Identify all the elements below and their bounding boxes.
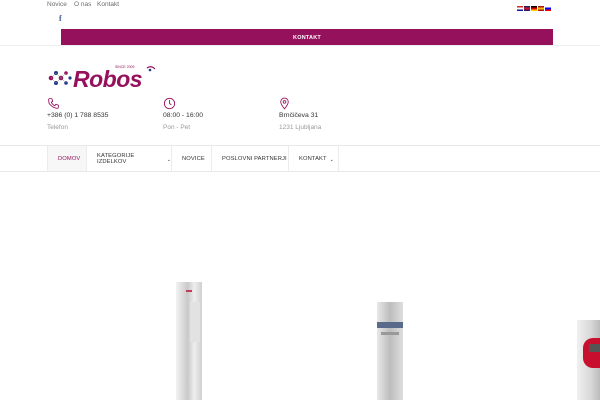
hero-slide-detail	[583, 338, 600, 368]
kontakt-bar-button[interactable]: KONTAKT	[61, 29, 553, 46]
hero-slide-image	[577, 320, 600, 400]
language-switcher	[517, 6, 551, 11]
nav-item-label: KONTAKT	[299, 155, 327, 162]
sl-flag-icon[interactable]	[545, 6, 551, 11]
phone-number[interactable]: +386 (0) 1 788 8535	[47, 112, 108, 119]
de-flag-icon[interactable]	[531, 6, 537, 11]
nav-item-label: POSLOVNI PARTNERJI	[222, 155, 287, 162]
phone-label: Telefon	[47, 124, 68, 131]
nav-item-label: KATEGORIJE IZDELKOV	[97, 152, 135, 165]
en-flag-icon[interactable]	[524, 6, 530, 11]
header-divider	[0, 45, 600, 46]
top-nav-novice[interactable]: Novice	[47, 1, 67, 8]
nav-item-label: NOVICE	[182, 155, 205, 162]
es-flag-icon[interactable]	[538, 6, 544, 11]
chevron-down-icon: ⌄	[166, 156, 171, 163]
nav-bottom-border	[0, 171, 600, 172]
nav-item-poslovni-partnerji[interactable]: POSLOVNI PARTNERJI	[212, 146, 289, 171]
clock-icon	[163, 97, 176, 110]
facebook-icon[interactable]: f	[59, 14, 62, 23]
hero-slide-image	[377, 302, 403, 400]
logo-text: Robos	[73, 66, 143, 92]
hero-slide-detail	[377, 322, 403, 328]
logo-tagline: SINCE 2009	[115, 65, 135, 69]
nav-item-label: DOMOV	[58, 155, 81, 162]
location-pin-icon	[280, 97, 289, 110]
kontakt-bar-label: KONTAKT	[293, 34, 321, 41]
working-days: Pon - Pet	[163, 124, 191, 131]
top-nav-o-nas[interactable]: O nas	[74, 1, 91, 8]
working-hours: 08:00 - 16:00	[163, 112, 204, 119]
phone-icon	[48, 98, 59, 109]
address-street: Brnčičeva 31	[279, 112, 319, 119]
nav-item-novice[interactable]: NOVICE	[172, 146, 212, 171]
hero-slide-detail	[589, 344, 600, 352]
robos-logo[interactable]: Robos SINCE 2009	[47, 64, 159, 94]
nav-item-kontakt[interactable]: KONTAKT ⌄	[289, 146, 339, 171]
nav-item-kategorije-izdelkov[interactable]: KATEGORIJE IZDELKOV ⌄	[87, 146, 172, 171]
hero-slide-detail	[381, 332, 399, 335]
hero-slide-image	[176, 282, 202, 400]
top-nav-kontakt[interactable]: Kontakt	[97, 1, 119, 8]
hero-slide-detail	[186, 290, 192, 292]
chevron-down-icon: ⌄	[329, 156, 334, 163]
address-city: 1231 Ljubljana	[279, 124, 322, 131]
hr-flag-icon[interactable]	[517, 6, 523, 11]
hero-slide-detail	[190, 302, 200, 342]
nav-item-domov[interactable]: DOMOV	[47, 146, 87, 171]
